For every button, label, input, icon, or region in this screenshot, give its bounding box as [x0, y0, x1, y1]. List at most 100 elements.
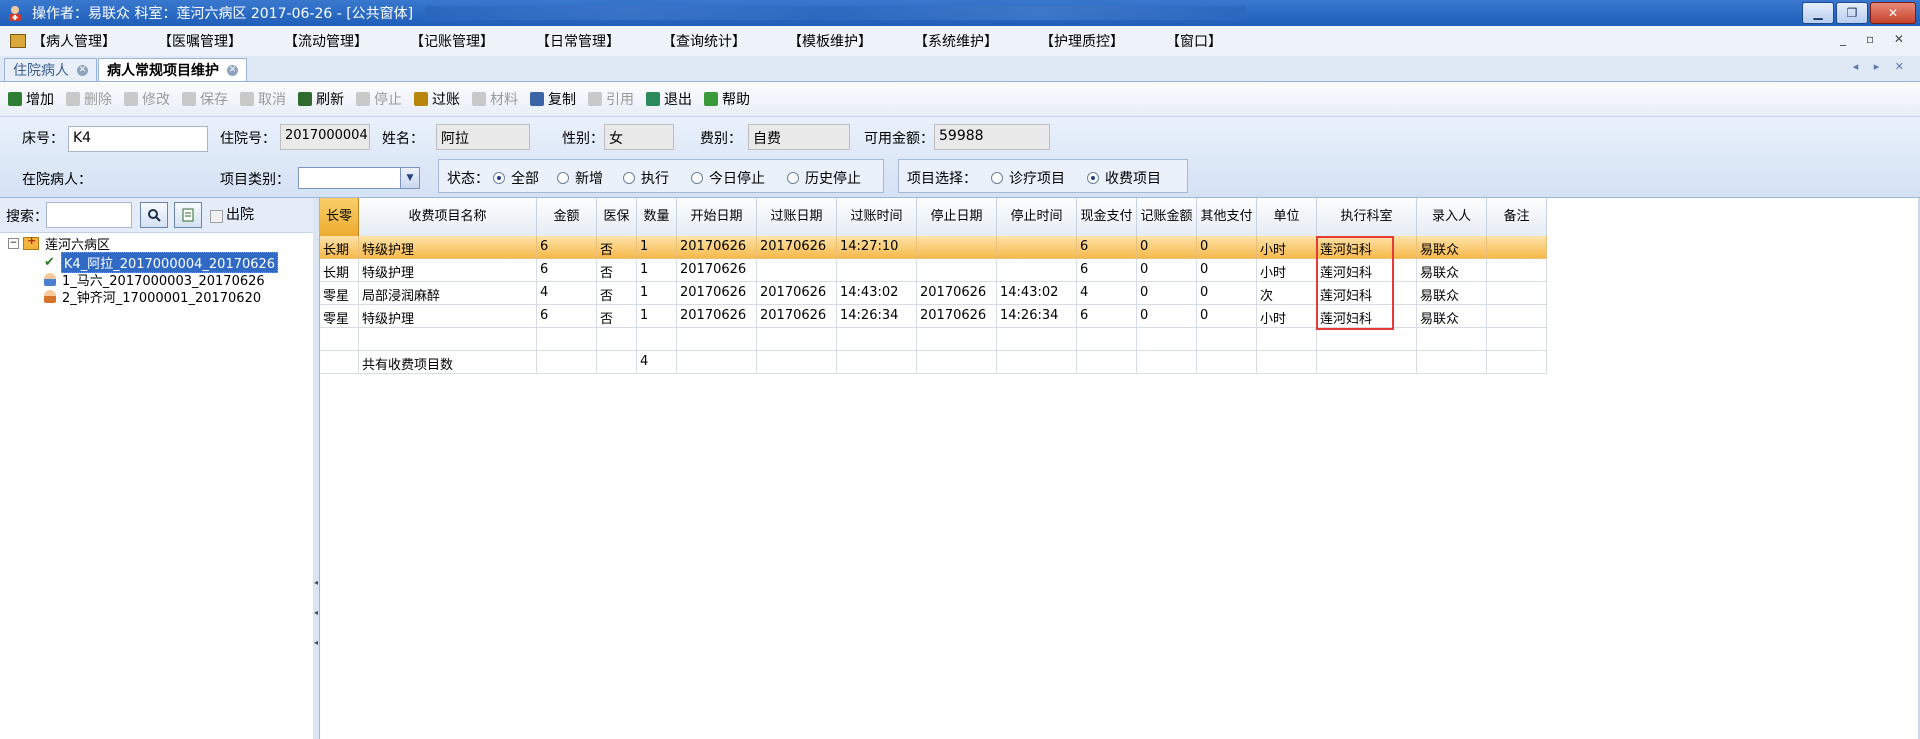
item-radio-charge[interactable]: 收费项目 [1087, 168, 1161, 188]
menu-patient[interactable]: 【病人管理】 [32, 31, 116, 51]
cell-quantity[interactable]: 1 [637, 305, 677, 328]
cell-remarks[interactable] [1487, 259, 1547, 282]
cell-remarks[interactable] [1487, 236, 1547, 259]
cell-quantity[interactable]: 1 [637, 259, 677, 282]
copy-button[interactable]: 复制 [530, 89, 576, 109]
cell-stop-time[interactable]: 14:43:02 [997, 282, 1077, 305]
cell-stop-date[interactable]: 20170626 [917, 305, 997, 328]
cell-entered-by[interactable]: 易联众 [1417, 282, 1487, 305]
chevron-down-icon[interactable]: ▼ [400, 168, 419, 188]
cell-entered-by[interactable] [1417, 328, 1487, 351]
cell-billed-amount[interactable]: 0 [1137, 305, 1197, 328]
cell-entered-by[interactable]: 易联众 [1417, 305, 1487, 328]
menu-query[interactable]: 【查询统计】 [662, 31, 746, 51]
cancel-button[interactable]: 取消 [240, 89, 286, 109]
cell-item-name[interactable]: 特级护理 [359, 236, 537, 259]
help-button[interactable]: 帮助 [704, 89, 750, 109]
cell-post-date[interactable] [757, 259, 837, 282]
delete-button[interactable]: 删除 [66, 89, 112, 109]
table-row[interactable]: 零星 局部浸润麻醉 4 否 1 20170626 20170626 14:43:02 20170… [320, 282, 1547, 305]
menu-flow[interactable]: 【流动管理】 [284, 31, 368, 51]
cell-post-time[interactable] [837, 259, 917, 282]
cell-other-paid[interactable] [1197, 351, 1257, 374]
cell-unit[interactable]: 小时 [1257, 259, 1317, 282]
cell-unit[interactable]: 小时 [1257, 305, 1317, 328]
cell-insurance[interactable] [597, 328, 637, 351]
item-radio-diagnosis[interactable]: 诊疗项目 [991, 168, 1065, 188]
cell-stop-time[interactable] [997, 328, 1077, 351]
bed-field[interactable]: K4 [68, 126, 208, 152]
cell-exec-dept[interactable] [1317, 351, 1417, 374]
cell-item-name[interactable] [359, 328, 537, 351]
table-row[interactable]: 零星 特级护理 6 否 1 20170626 20170626 14:26:34 2017062… [320, 305, 1547, 328]
col-header-amount[interactable]: 金额 [537, 198, 597, 236]
close-tab-icon[interactable]: ✕ [77, 64, 88, 76]
cell-other-paid[interactable]: 0 [1197, 236, 1257, 259]
cell-stop-date[interactable] [917, 259, 997, 282]
status-radio-new[interactable]: 新增 [557, 168, 603, 188]
cell-unit[interactable] [1257, 351, 1317, 374]
cell-unit[interactable] [1257, 328, 1317, 351]
col-header-quantity[interactable]: 数量 [637, 198, 677, 236]
menu-daily[interactable]: 【日常管理】 [536, 31, 620, 51]
cell-start-date[interactable]: 20170626 [677, 305, 757, 328]
cell-stop-time[interactable] [997, 259, 1077, 282]
mdi-window-controls[interactable]: _ ▫ ✕ [1840, 32, 1912, 46]
close-tab-icon[interactable]: ✕ [227, 64, 238, 76]
tab-inpatients[interactable]: 住院病人 ✕ [4, 58, 97, 81]
cell-item-name[interactable]: 局部浸润麻醉 [359, 282, 537, 305]
cell-exec-dept[interactable]: 莲河妇科 [1317, 259, 1417, 282]
cell-post-time[interactable]: 14:27:10 [837, 236, 917, 259]
cell-remarks[interactable] [1487, 351, 1547, 374]
cell-long-short[interactable]: 长期 [320, 236, 359, 259]
cell-quantity[interactable]: 1 [637, 282, 677, 305]
tree-root-ward[interactable]: − 莲河六病区 [8, 234, 110, 253]
post-button[interactable]: 过账 [414, 89, 460, 109]
col-header-item-name[interactable]: 收费项目名称 [359, 198, 537, 236]
col-header-post-time[interactable]: 过账时间 [837, 198, 917, 236]
cell-post-date[interactable]: 20170626 [757, 305, 837, 328]
cell-exec-dept[interactable]: 莲河妇科 [1317, 236, 1417, 259]
col-header-long-short[interactable]: 长零 [320, 198, 359, 236]
reference-button[interactable]: 引用 [588, 89, 634, 109]
table-row[interactable] [320, 328, 1547, 351]
refresh-tree-button[interactable] [174, 202, 202, 228]
col-header-start-date[interactable]: 开始日期 [677, 198, 757, 236]
cell-stop-date[interactable] [917, 351, 997, 374]
cell-post-time[interactable] [837, 351, 917, 374]
cell-remarks[interactable] [1487, 282, 1547, 305]
save-button[interactable]: 保存 [182, 89, 228, 109]
cell-post-time[interactable]: 14:26:34 [837, 305, 917, 328]
menu-orders[interactable]: 【医嘱管理】 [158, 31, 242, 51]
cell-amount[interactable] [537, 328, 597, 351]
material-button[interactable]: 材料 [472, 89, 518, 109]
cell-amount[interactable] [537, 351, 597, 374]
cell-start-date[interactable]: 20170626 [677, 282, 757, 305]
cell-stop-time[interactable] [997, 236, 1077, 259]
cell-start-date[interactable]: 20170626 [677, 236, 757, 259]
cell-post-time[interactable] [837, 328, 917, 351]
cell-billed-amount[interactable] [1137, 328, 1197, 351]
cell-stop-date[interactable] [917, 328, 997, 351]
cell-start-date[interactable]: 20170626 [677, 259, 757, 282]
cell-unit[interactable]: 小时 [1257, 236, 1317, 259]
stop-button[interactable]: 停止 [356, 89, 402, 109]
cell-post-date[interactable]: 20170626 [757, 236, 837, 259]
restore-button[interactable]: ❐ [1836, 2, 1868, 24]
category-select[interactable]: ▼ [298, 167, 420, 189]
cell-start-date[interactable] [677, 328, 757, 351]
discharged-checkbox[interactable] [210, 210, 223, 223]
status-radio-executing[interactable]: 执行 [623, 168, 669, 188]
cell-billed-amount[interactable]: 0 [1137, 236, 1197, 259]
cell-amount[interactable]: 6 [537, 236, 597, 259]
col-header-stop-date[interactable]: 停止日期 [917, 198, 997, 236]
cell-post-date[interactable]: 20170626 [757, 282, 837, 305]
status-radio-stopped-today[interactable]: 今日停止 [691, 168, 765, 188]
cell-stop-time[interactable] [997, 351, 1077, 374]
cell-cash-paid[interactable] [1077, 328, 1137, 351]
menu-window[interactable]: 【窗口】 [1166, 31, 1222, 51]
cell-exec-dept[interactable]: 莲河妇科 [1317, 305, 1417, 328]
cell-unit[interactable]: 次 [1257, 282, 1317, 305]
col-header-insurance[interactable]: 医保 [597, 198, 637, 236]
col-header-billed-amount[interactable]: 记账金额 [1137, 198, 1197, 236]
